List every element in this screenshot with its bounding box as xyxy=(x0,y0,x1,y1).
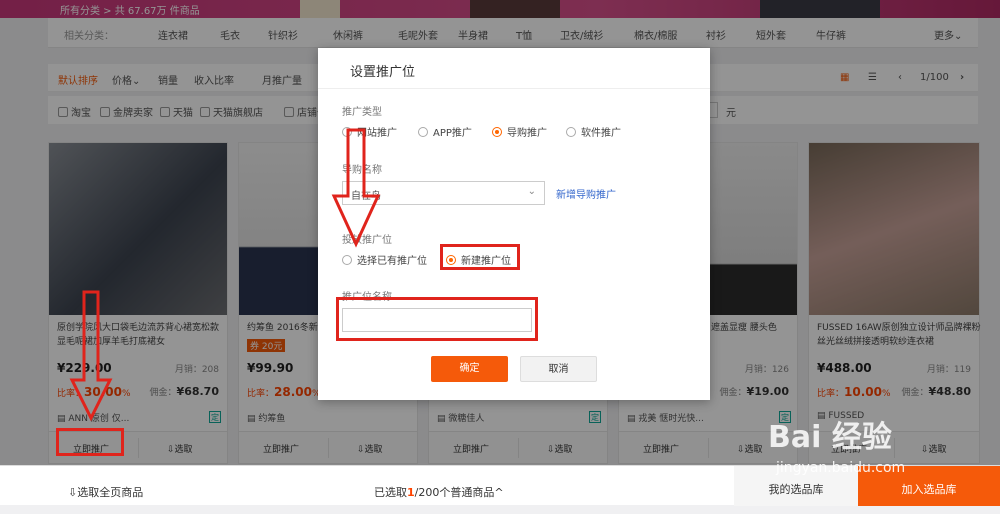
select-all-label: 选取全页商品 xyxy=(77,486,144,499)
selected-prefix: 已选取 xyxy=(374,486,407,499)
chevron-up-icon: ^ xyxy=(494,486,504,499)
selected-number: 1 xyxy=(407,486,415,499)
selected-count[interactable]: 已选取1/200个普通商品^ xyxy=(374,484,504,500)
annotation-box-placement-name xyxy=(336,297,538,341)
annotation-box-promote-now xyxy=(56,428,124,456)
selected-suffix: /200个普通商品 xyxy=(414,486,495,499)
annotation-box-new-placement xyxy=(440,244,520,270)
select-all-icon: ⇩ xyxy=(68,486,78,499)
watermark-url: jingyan.baidu.com xyxy=(776,460,906,476)
select-all-page[interactable]: ⇩选取全页商品 xyxy=(68,484,143,500)
annotation-arrow-down-icon xyxy=(331,128,381,248)
watermark-logo: Bai 经验 xyxy=(768,420,892,455)
annotation-arrow-down-icon xyxy=(69,290,113,422)
